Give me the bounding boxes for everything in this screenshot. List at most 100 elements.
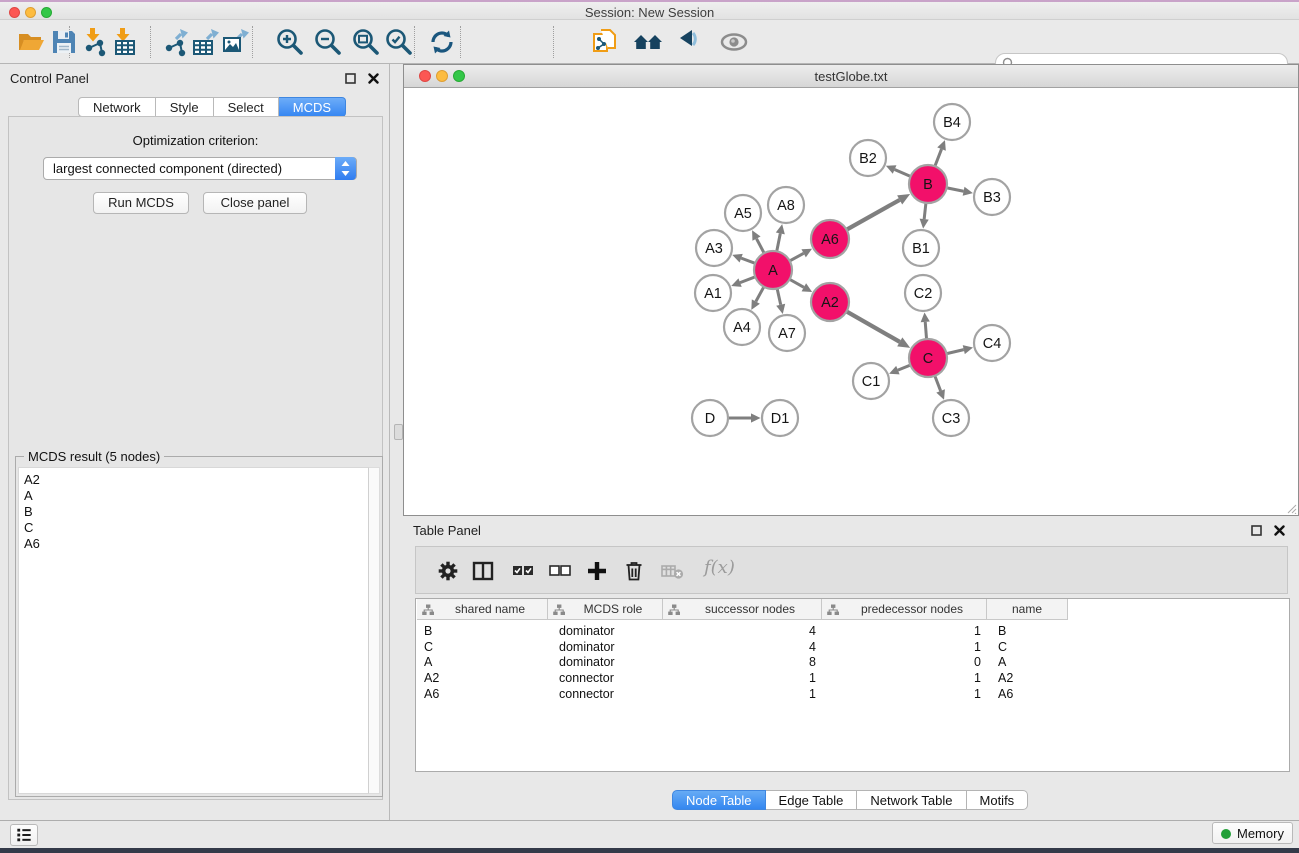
tab-mcds[interactable]: MCDS [279, 97, 346, 117]
select-all-button[interactable] [509, 557, 537, 585]
result-list-scrollbar[interactable] [368, 467, 380, 794]
table-cell[interactable]: dominator [548, 639, 663, 655]
table-cell[interactable]: A6 [987, 686, 1068, 702]
table-settings-button[interactable] [434, 557, 462, 585]
graph-node-C3[interactable]: C3 [933, 400, 969, 436]
export-image-button[interactable] [219, 26, 253, 58]
table-cell[interactable]: 1 [822, 670, 987, 686]
table-cell[interactable]: A [417, 654, 548, 670]
table-cell[interactable]: 4 [663, 623, 822, 639]
table-cell[interactable]: C [987, 639, 1068, 655]
graph-node-C2[interactable]: C2 [905, 275, 941, 311]
network-window-titlebar[interactable]: testGlobe.txt [404, 65, 1298, 88]
graph-node-B3[interactable]: B3 [974, 179, 1010, 215]
run-mcds-button[interactable]: Run MCDS [93, 192, 189, 214]
clear-table-button[interactable] [658, 557, 686, 585]
import-table-button[interactable] [108, 26, 142, 58]
tab-motifs[interactable]: Motifs [967, 790, 1029, 810]
graph-node-A1[interactable]: A1 [695, 275, 731, 311]
graph-node-A4[interactable]: A4 [724, 309, 760, 345]
graph-node-A[interactable]: A [754, 251, 792, 289]
graph-node-A7[interactable]: A7 [769, 315, 805, 351]
save-session-button[interactable] [47, 26, 81, 58]
graph-node-B2[interactable]: B2 [850, 140, 886, 176]
mcds-result-list[interactable]: A2ABCA6 [18, 467, 370, 794]
add-column-button[interactable] [583, 557, 611, 585]
tab-network-table[interactable]: Network Table [857, 790, 966, 810]
result-list-item[interactable]: C [19, 520, 369, 536]
close-panel-button[interactable]: Close panel [203, 192, 307, 214]
open-session-button[interactable] [14, 26, 48, 58]
graph-node-B4[interactable]: B4 [934, 104, 970, 140]
function-builder-button[interactable]: f(x) [704, 557, 735, 578]
criterion-dropdown[interactable]: largest connected component (directed) [43, 157, 357, 180]
show-all-button[interactable] [717, 26, 751, 58]
graph-node-A8[interactable]: A8 [768, 187, 804, 223]
table-cell[interactable]: B [417, 623, 548, 639]
tab-edge-table[interactable]: Edge Table [766, 790, 858, 810]
table-cell[interactable]: connector [548, 670, 663, 686]
export-table-button[interactable] [189, 26, 223, 58]
graph-node-B[interactable]: B [909, 165, 947, 203]
table-cell[interactable]: A2 [417, 670, 548, 686]
table-cell[interactable]: 0 [822, 654, 987, 670]
result-list-item[interactable]: B [19, 504, 369, 520]
table-cell[interactable]: 1 [822, 639, 987, 655]
result-list-item[interactable]: A6 [19, 536, 369, 552]
table-cell[interactable]: C [417, 639, 548, 655]
deselect-all-button[interactable] [546, 557, 574, 585]
tab-select[interactable]: Select [214, 97, 279, 117]
graph-node-A6[interactable]: A6 [811, 220, 849, 258]
result-list-item[interactable]: A [19, 488, 369, 504]
table-cell[interactable]: 1 [822, 623, 987, 639]
first-neighbors-button[interactable] [631, 26, 665, 58]
close-panel-icon[interactable] [1274, 525, 1285, 536]
table-cell[interactable]: B [987, 623, 1068, 639]
column-header-predecessor-nodes[interactable]: predecessor nodes [822, 599, 987, 620]
network-canvas[interactable]: A A1 A2 A3 A4 A5 A6 A7 A8 B B1 B2 B3 B4 C C1 C2 C3 C4 D D1 [404, 88, 1298, 515]
hide-selected-button[interactable] [673, 26, 707, 58]
task-history-button[interactable] [10, 824, 38, 846]
column-header-shared-name[interactable]: shared name [417, 599, 548, 620]
column-chooser-button[interactable] [469, 557, 497, 585]
table-cell[interactable]: 8 [663, 654, 822, 670]
float-panel-icon[interactable] [345, 73, 356, 84]
table-cell[interactable]: 1 [663, 686, 822, 702]
memory-button[interactable]: Memory [1212, 822, 1293, 844]
table-cell[interactable]: A2 [987, 670, 1068, 686]
table-cell[interactable]: 4 [663, 639, 822, 655]
column-header-MCDS-role[interactable]: MCDS role [548, 599, 663, 620]
export-network-button[interactable] [158, 26, 192, 58]
zoom-out-button[interactable] [311, 26, 345, 58]
table-cell[interactable]: 1 [663, 670, 822, 686]
split-pane-grip[interactable] [394, 424, 403, 440]
table-cell[interactable]: dominator [548, 623, 663, 639]
graph-node-A5[interactable]: A5 [725, 195, 761, 231]
column-header-name[interactable]: name [987, 599, 1068, 620]
table-cell[interactable]: 1 [822, 686, 987, 702]
delete-column-button[interactable] [620, 557, 648, 585]
resize-grip-icon[interactable] [1285, 502, 1297, 514]
new-network-from-selection-button[interactable] [588, 26, 622, 58]
graph-node-C4[interactable]: C4 [974, 325, 1010, 361]
table-cell[interactable]: dominator [548, 654, 663, 670]
result-list-item[interactable]: A2 [19, 472, 369, 488]
graph-node-C[interactable]: C [909, 339, 947, 377]
table-cell[interactable]: A [987, 654, 1068, 670]
tab-network[interactable]: Network [78, 97, 156, 117]
zoom-in-button[interactable] [273, 26, 307, 58]
graph-node-C1[interactable]: C1 [853, 363, 889, 399]
zoom-selected-button[interactable] [382, 26, 416, 58]
table-cell[interactable]: connector [548, 686, 663, 702]
graph-node-D[interactable]: D [692, 400, 728, 436]
tab-node-table[interactable]: Node Table [672, 790, 766, 810]
graph-node-A2[interactable]: A2 [811, 283, 849, 321]
graph-node-D1[interactable]: D1 [762, 400, 798, 436]
import-network-button[interactable] [78, 26, 112, 58]
graph-node-B1[interactable]: B1 [903, 230, 939, 266]
table-cell[interactable]: A6 [417, 686, 548, 702]
close-panel-icon[interactable] [368, 73, 379, 84]
graph-node-A3[interactable]: A3 [696, 230, 732, 266]
float-panel-icon[interactable] [1251, 525, 1262, 536]
refresh-layout-button[interactable] [425, 26, 459, 58]
